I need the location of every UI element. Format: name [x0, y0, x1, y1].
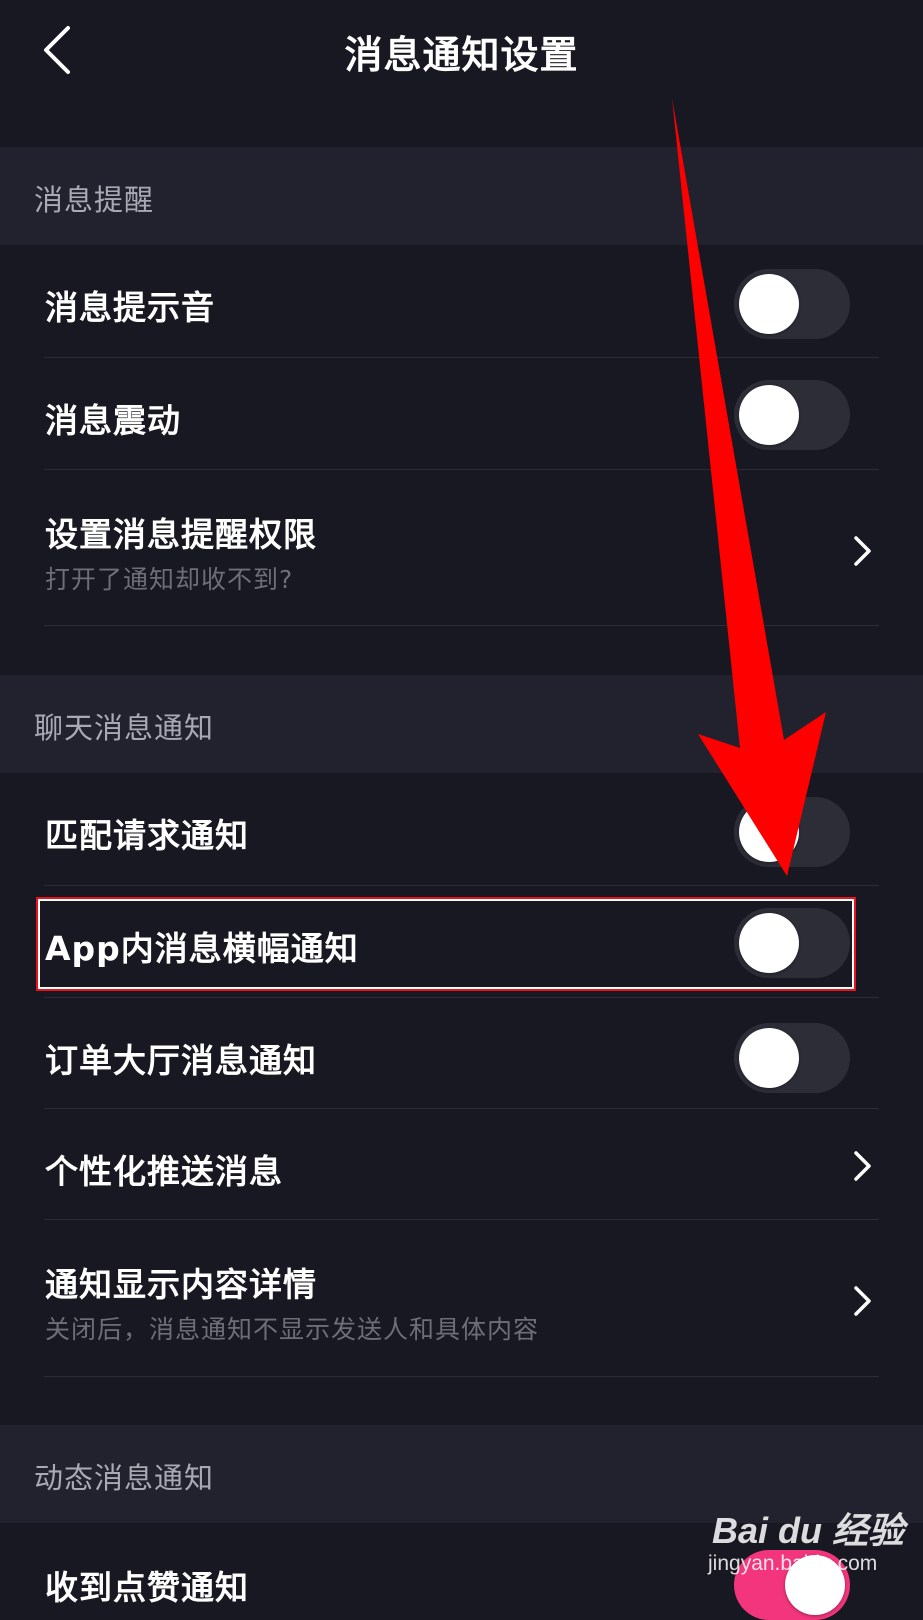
- setting-label: 个性化推送消息: [45, 1152, 283, 1191]
- toggle-knob: [739, 802, 799, 862]
- setting-row-order-hall: 订单大厅消息通知: [0, 998, 923, 1108]
- setting-label: App内消息横幅通知: [45, 929, 359, 968]
- section-header-reminder: 消息提醒: [0, 147, 923, 245]
- nav-bar: 消息通知设置: [0, 0, 923, 100]
- sound-toggle[interactable]: [734, 269, 850, 339]
- divider: [44, 1376, 879, 1377]
- setting-row-personalized-push[interactable]: 个性化推送消息: [0, 1109, 923, 1219]
- banner-notification-toggle[interactable]: [734, 908, 850, 978]
- like-notification-toggle[interactable]: [734, 1550, 850, 1620]
- section-header-chat: 聊天消息通知: [0, 675, 923, 773]
- setting-label: 匹配请求通知: [45, 816, 249, 855]
- setting-row-vibration: 消息震动: [0, 358, 923, 470]
- order-hall-toggle[interactable]: [734, 1023, 850, 1093]
- setting-row-permission[interactable]: 设置消息提醒权限 打开了通知却收不到?: [0, 470, 923, 625]
- toggle-knob: [739, 913, 799, 973]
- setting-subtitle: 关闭后，消息通知不显示发送人和具体内容: [45, 1315, 540, 1344]
- chevron-right-icon: [854, 1286, 871, 1316]
- chevron-right-icon: [854, 1151, 871, 1181]
- toggle-knob: [785, 1555, 845, 1615]
- setting-subtitle: 打开了通知却收不到?: [45, 565, 294, 594]
- page-title: 消息通知设置: [344, 33, 579, 77]
- section-title: 聊天消息通知: [34, 711, 215, 745]
- setting-row-sound: 消息提示音: [0, 245, 923, 357]
- setting-row-content-details[interactable]: 通知显示内容详情 关闭后，消息通知不显示发送人和具体内容: [0, 1220, 923, 1376]
- setting-label: 消息震动: [45, 401, 181, 440]
- setting-row-banner: App内消息横幅通知: [0, 886, 923, 998]
- divider: [44, 625, 879, 626]
- toggle-knob: [739, 385, 799, 445]
- section-header-moments: 动态消息通知: [0, 1425, 923, 1523]
- setting-label: 设置消息提醒权限: [45, 515, 317, 554]
- setting-label: 消息提示音: [45, 288, 215, 327]
- chevron-right-icon: [854, 536, 871, 566]
- setting-label: 收到点赞通知: [45, 1568, 249, 1607]
- vibration-toggle[interactable]: [734, 380, 850, 450]
- setting-label: 通知显示内容详情: [45, 1265, 317, 1304]
- toggle-knob: [739, 274, 799, 334]
- section-title: 动态消息通知: [34, 1461, 215, 1495]
- match-request-toggle[interactable]: [734, 797, 850, 867]
- section-title: 消息提醒: [34, 183, 155, 217]
- setting-row-like: 收到点赞通知: [0, 1523, 923, 1620]
- setting-label: 订单大厅消息通知: [45, 1041, 317, 1080]
- toggle-knob: [739, 1028, 799, 1088]
- setting-row-match-request: 匹配请求通知: [0, 773, 923, 885]
